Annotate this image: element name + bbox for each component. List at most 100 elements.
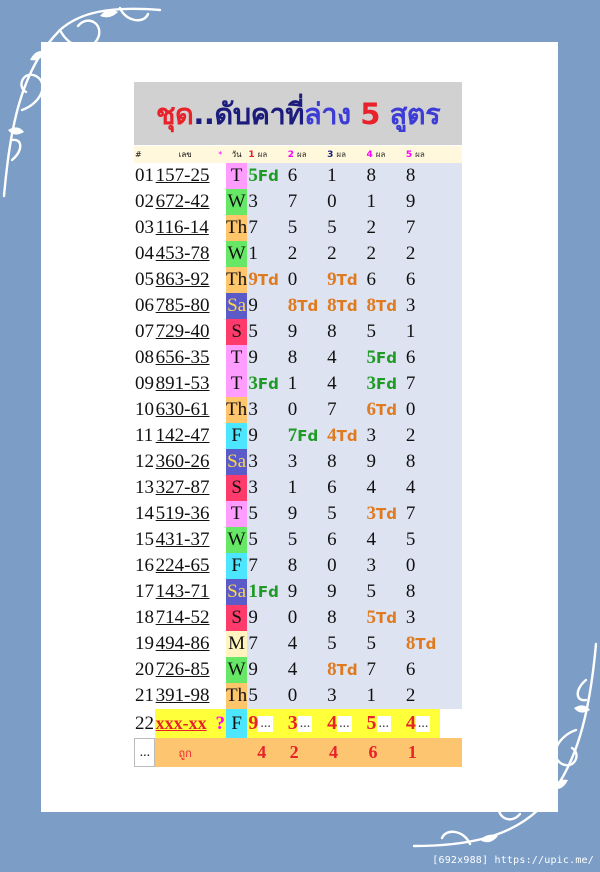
row-digit: 4 [288, 633, 298, 655]
row-digit-value: 5 [366, 581, 377, 602]
row-formula-4: 4 [365, 527, 405, 553]
row-no: 04 [135, 243, 154, 264]
row-digit: 9 [248, 347, 258, 369]
row-digit: 3Td [367, 503, 397, 525]
row-digit-value: 8 [327, 659, 337, 680]
row-digit: 1 [327, 165, 337, 187]
row-day: F [225, 553, 248, 579]
row-digit-value: 9 [287, 503, 298, 524]
row-formula-2: 9 [286, 579, 327, 605]
row-day: Th [225, 267, 248, 293]
row-digit-value: 6 [405, 347, 416, 368]
table-row: 11 142-47 F 9 7Fd 4Td 3 2 [134, 423, 463, 449]
row-digit: 9 [248, 659, 258, 681]
row-digit: 4 [288, 659, 298, 681]
row-digit-value: 8 [405, 633, 416, 654]
row-formula-2: 8 [286, 553, 327, 579]
row-hit-code: Td [415, 635, 437, 653]
table-row: 07 729-40 S 5 9 8 5 1 [134, 319, 463, 345]
row-digit: 8 [327, 451, 337, 473]
row-digit-value: 6 [366, 269, 377, 290]
row-number: 672-42 [155, 189, 215, 215]
row-hit-code: Fd [257, 583, 279, 601]
score-formula-4: 6 [365, 738, 405, 767]
row-digit: 4 [327, 347, 337, 369]
lottery-sheet: ชุด..ดับคาที่ล่าง 5 สูตร # เลข * วัน 1 ผล… [134, 82, 463, 768]
row-digit: 8 [406, 451, 416, 473]
row-hit-code: Td [376, 297, 397, 315]
prediction-mark-text: ? [215, 712, 225, 734]
row-formula-4: 5 [365, 579, 405, 605]
prediction-formula-3: 4... [326, 709, 366, 738]
row-formula-5: 3 [404, 293, 440, 319]
prediction-formula-1: 9... [247, 709, 287, 738]
score-row: ... ถูก 4 2 4 6 1 [134, 738, 462, 767]
row-digit-value: 9 [287, 581, 298, 602]
row-formula-3: 4 [326, 345, 366, 371]
row-digit: 6 [288, 165, 298, 187]
row-digit-value: 9 [405, 191, 416, 212]
row-digit: 7 [248, 217, 258, 239]
row-digit: 1 [367, 191, 377, 213]
row-digit: 9 [406, 191, 416, 213]
row-digit-value: 5 [287, 529, 298, 550]
row-no: 21 [135, 685, 154, 706]
row-digit: 8Td [288, 295, 318, 317]
row-no: 11 [135, 425, 154, 446]
row-digit: 0 [327, 191, 337, 213]
row-digit: 8 [288, 555, 298, 577]
row-day: T [225, 501, 248, 527]
row-digit: 4Td [327, 425, 357, 447]
row-number-text: 672-42 [155, 191, 210, 212]
row-digit-value: 7 [287, 191, 298, 212]
row-no: 14 [135, 503, 154, 524]
score-value: 4 [329, 742, 339, 762]
header-formula-5: 5 ผล [404, 146, 440, 163]
row-digit: 9Td [327, 269, 357, 291]
prediction-day: F [225, 709, 248, 738]
row-digit: 1 [406, 321, 416, 343]
row-digit-value: 5 [248, 321, 258, 342]
row-no: 18 [135, 607, 154, 628]
row-digit-value: 8 [405, 165, 416, 186]
row-tail [439, 293, 463, 319]
row-digit: 5 [288, 217, 298, 239]
row-digit: 2 [288, 243, 298, 265]
score-value: 2 [289, 742, 299, 762]
row-digit: 2 [406, 243, 416, 265]
row-formula-3: 5 [326, 501, 366, 527]
row-day: S [225, 605, 248, 631]
row-digit-value: 1 [248, 243, 258, 264]
row-hit-code: Td [257, 271, 279, 289]
row-digit: 0 [406, 555, 416, 577]
row-digit-value: 8 [327, 321, 337, 342]
row-tail [439, 163, 463, 189]
row-digit: 4 [327, 373, 337, 395]
row-digit-value: 5 [248, 685, 258, 706]
row-digit-value: 4 [405, 477, 416, 498]
row-formula-2: 4 [286, 657, 327, 683]
prediction-dots: ... [337, 715, 352, 732]
row-formula-1: 9 [247, 657, 287, 683]
table-header: # เลข * วัน 1 ผล 2 ผล 3 ผล 4 ผล 5 ผล [134, 146, 463, 163]
row-formula-2: 7 [286, 189, 327, 215]
row-formula-3: 6 [326, 475, 366, 501]
row-tail [439, 397, 463, 423]
row-digit-value: 5 [248, 165, 258, 186]
row-digit: 7 [406, 373, 416, 395]
row-digit: 8Td [327, 295, 357, 317]
row-formula-4: 5 [365, 319, 405, 345]
row-formula-4: 6 [365, 267, 405, 293]
row-digit-value: 2 [366, 243, 377, 264]
row-number-text: 431-37 [155, 529, 210, 550]
row-tail [439, 657, 463, 683]
row-digit-value: 4 [327, 425, 337, 446]
row-formula-3: 5 [326, 215, 366, 241]
row-number-text: 453-78 [155, 243, 210, 264]
row-formula-1: 7 [247, 631, 287, 657]
row-digit: 8 [327, 321, 337, 343]
row-digit-value: 5 [287, 217, 298, 238]
row-digit: 8 [367, 165, 377, 187]
row-number-text: 157-25 [155, 165, 210, 186]
row-number: 116-14 [155, 215, 215, 241]
